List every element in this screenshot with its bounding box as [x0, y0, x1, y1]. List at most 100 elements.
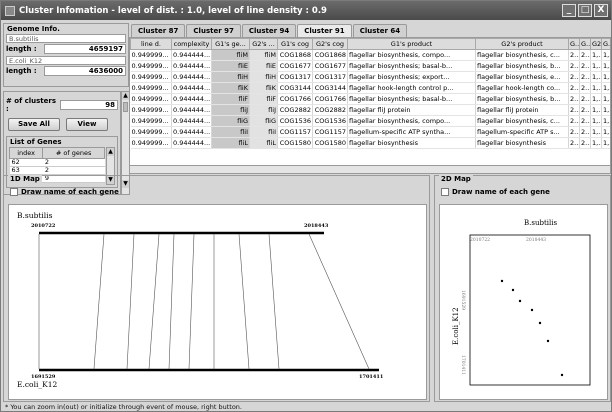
save-all-button[interactable]: Save All	[8, 118, 60, 131]
column-header[interactable]: G1's product	[347, 38, 476, 50]
table-row[interactable]: 0.949999... 0.944444... fliK fliK COG3144 COG…	[130, 82, 610, 94]
table-cell: flagellar fliJ protein	[347, 104, 476, 116]
table-cell: 1,...	[590, 93, 602, 105]
tab-cluster-94[interactable]: Cluster 94	[241, 24, 297, 37]
map-2d-x-genome: B.subtilis	[524, 219, 557, 227]
table-cell: 2...	[568, 104, 580, 116]
column-header[interactable]: G...	[579, 38, 591, 50]
table-cell: fliJ	[211, 104, 250, 116]
table-cell: 2...	[568, 60, 580, 72]
map-1d-draw-names-checkbox[interactable]	[10, 188, 18, 196]
column-header[interactable]: G1's cog	[277, 38, 313, 50]
table-cell: flagellar biosynthesis; basal-b...	[347, 60, 476, 72]
table-cell: fliK	[211, 82, 250, 94]
tab-cluster-97[interactable]: Cluster 97	[186, 24, 241, 37]
table-row[interactable]: 0.949999... 0.944444... fliG fliG COG1536 COG…	[130, 115, 610, 127]
table-cell: 1,...	[601, 71, 610, 83]
table-horizontal-scrollbar[interactable]	[129, 165, 611, 174]
table-cell: flagellar biosynthesis; export...	[347, 71, 476, 83]
map-1d-canvas[interactable]: B.subtilis 2010722 2018443 1691529 17014…	[8, 204, 427, 400]
map-1d-link-line	[93, 233, 105, 370]
table-cell: flagellar biosynthesis, b...	[475, 60, 569, 72]
column-header[interactable]: complexity	[171, 38, 212, 50]
map-1d-top-start: 2010722	[31, 223, 56, 229]
map-1d-link-line	[126, 233, 135, 370]
table-cell: flagellar hook-length co...	[475, 82, 569, 94]
tab-cluster-64[interactable]: Cluster 64	[352, 24, 408, 37]
table-cell: flagellar biosynthesis	[347, 137, 476, 149]
genes-col-index[interactable]: index	[8, 147, 44, 159]
view-button[interactable]: View	[66, 118, 108, 131]
map-2d-draw-names-option[interactable]: Draw name of each gene	[441, 188, 550, 196]
column-header[interactable]: G2...	[590, 38, 602, 50]
maximize-button[interactable]: □	[578, 4, 592, 17]
map-2d-canvas[interactable]: B.subtilis 2010722 2018443 1691529 17014…	[439, 204, 608, 400]
genes-col-count[interactable]: # of genes	[42, 147, 105, 159]
table-cell: 0.949999...	[130, 115, 172, 127]
table-cell: 2...	[579, 126, 591, 138]
map-1d-link-line	[168, 233, 175, 370]
map-2d-draw-names-checkbox[interactable]	[441, 188, 449, 196]
table-row[interactable]: 63 2	[9, 166, 105, 175]
column-header[interactable]: G...	[601, 38, 610, 50]
scroll-up-icon[interactable]: ▲	[107, 148, 114, 156]
table-cell: 0.944444...	[171, 71, 212, 83]
tab-cluster-91[interactable]: Cluster 91	[297, 24, 352, 38]
table-row[interactable]: 0.949999... 0.944444... fliJ fliJ COG2882 COG…	[130, 104, 610, 116]
map-1d-draw-names-option[interactable]: Draw name of each gene	[10, 188, 119, 196]
column-header[interactable]: G2's product	[475, 38, 569, 50]
table-cell: 1,...	[590, 137, 602, 149]
window-title: Cluster Infomation - level of dist. : 1.…	[19, 5, 327, 16]
table-cell: fliH	[249, 71, 278, 83]
table-cell: 0.944444...	[171, 82, 212, 94]
table-cell: COG3144	[312, 82, 348, 94]
column-header[interactable]: G...	[568, 38, 580, 50]
table-cell: fliM	[211, 49, 250, 61]
column-header[interactable]: G2's cog	[312, 38, 348, 50]
table-cell: COG1317	[312, 71, 348, 83]
map-2d-point	[500, 279, 504, 283]
table-cell: fliL	[211, 137, 250, 149]
column-header[interactable]: G2's ...	[249, 38, 278, 50]
table-cell: 1,...	[590, 71, 602, 83]
table-cell: COG1766	[277, 93, 313, 105]
table-row[interactable]: 0.949999... 0.944444... fliI fliI COG1157 COG…	[130, 126, 610, 138]
table-cell: 1,...	[601, 49, 610, 61]
map-1d-link-line	[148, 233, 160, 370]
table-cell: flagellar biosynthesis, e...	[475, 71, 569, 83]
map-1d-link-line	[238, 233, 250, 370]
close-button[interactable]: X	[594, 4, 608, 17]
column-header[interactable]: line d.	[130, 38, 172, 50]
table-cell: COG1536	[312, 115, 348, 127]
table-cell: 1,...	[601, 137, 610, 149]
table-cell: 2...	[579, 60, 591, 72]
status-hint: * You can zoom in(out) or initialize thr…	[5, 403, 242, 411]
map-1d-draw-names-label: Draw name of each gene	[21, 188, 119, 196]
table-row[interactable]: 0.949999... 0.944444... fliL fliL COG1580 COG…	[130, 137, 610, 149]
column-header[interactable]: G1's ge...	[211, 38, 250, 50]
table-cell: COG1868	[312, 49, 348, 61]
map-2d-point	[538, 321, 542, 325]
table-cell: 1,...	[590, 104, 602, 116]
scroll-up-icon[interactable]: ▲	[122, 92, 129, 100]
map-1d-svg: B.subtilis 2010722 2018443 1691529 17014…	[17, 211, 383, 389]
table-row[interactable]: 0.949999... 0.944444... fliE fliE COG1677 COG…	[130, 60, 610, 72]
minimize-button[interactable]: _	[562, 4, 576, 17]
table-cell: fliG	[211, 115, 250, 127]
table-cell: 2...	[568, 49, 580, 61]
table-cell: 0.944444...	[171, 49, 212, 61]
genome-info-group: Genome Info. B.subtilis length : 4659197…	[3, 23, 129, 87]
table-row[interactable]: 0.949999... 0.944444... fliF fliF COG1766 COG…	[130, 93, 610, 105]
table-row[interactable]: 0.949999... 0.944444... fliM fliM COG1868 COG…	[130, 49, 610, 61]
table-cell: 1,...	[601, 115, 610, 127]
table-cell: fliF	[211, 93, 250, 105]
table-cell: 0.949999...	[130, 126, 172, 138]
table-row[interactable]: 62 2	[9, 158, 105, 167]
table-cell: COG2882	[277, 104, 313, 116]
map-2d-panel: 2D Map Draw name of each gene B.subtilis…	[434, 175, 611, 402]
table-row[interactable]: 0.949999... 0.944444... fliH fliH COG1317 COG…	[130, 71, 610, 83]
tab-cluster-87[interactable]: Cluster 87	[131, 24, 186, 37]
table-cell: COG3144	[277, 82, 313, 94]
title-bar[interactable]: Cluster Infomation - level of dist. : 1.…	[1, 1, 611, 20]
cluster-info-window: Cluster Infomation - level of dist. : 1.…	[0, 0, 612, 412]
